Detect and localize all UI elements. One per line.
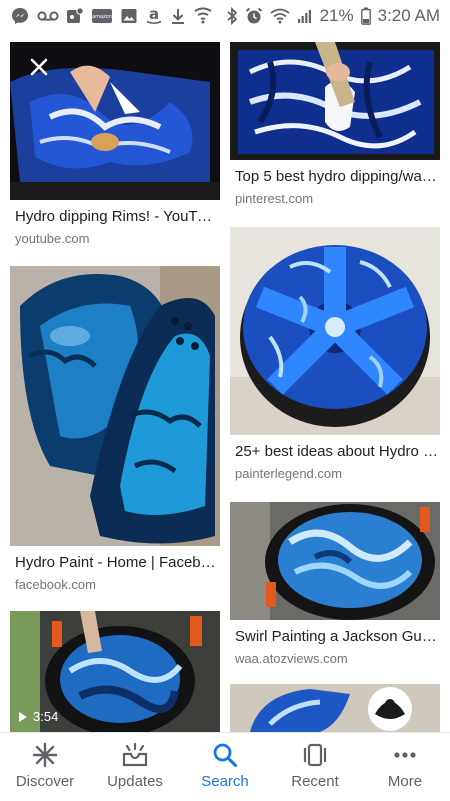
status-bar: amazon a 21% 3:20 AM	[0, 0, 450, 32]
bluetooth-icon	[227, 7, 237, 25]
result-card[interactable]: 3:54	[10, 611, 220, 732]
photo-app-icon	[67, 7, 84, 23]
close-button[interactable]	[24, 52, 54, 82]
result-card[interactable]: Swirl Painting a Jackson Guit… waa.atozv…	[230, 502, 440, 667]
result-thumbnail[interactable]	[230, 502, 440, 620]
signal-icon	[297, 10, 311, 23]
battery-icon	[360, 7, 371, 25]
result-thumbnail[interactable]	[230, 227, 440, 435]
result-card[interactable]: Hydro Paint - Home | Facebook facebook.c…	[10, 266, 220, 592]
messenger-icon	[12, 8, 28, 24]
clock: 3:20 AM	[377, 6, 440, 25]
system-status: 21% 3:20 AM	[226, 6, 440, 26]
more-dots-icon	[394, 752, 416, 758]
nav-label-search: Search	[201, 773, 249, 790]
nav-more[interactable]: More	[362, 733, 448, 790]
svg-text:amazon: amazon	[92, 14, 112, 20]
close-icon	[30, 58, 48, 76]
asterisk-icon	[32, 742, 58, 768]
battery-percent: 21%	[319, 6, 354, 25]
notification-icons: amazon a	[10, 6, 213, 26]
shield-icon	[194, 7, 212, 24]
wifi-icon	[270, 8, 290, 24]
inbox-icon	[122, 742, 148, 767]
result-thumbnail[interactable]	[10, 42, 220, 200]
result-source: painterlegend.com	[235, 466, 342, 481]
result-thumbnail[interactable]	[230, 684, 440, 732]
result-thumbnail[interactable]	[10, 266, 220, 546]
result-card[interactable]: Hydro dipping Rims! - YouTube youtube.co…	[10, 42, 220, 247]
nav-recent[interactable]: Recent	[272, 733, 358, 790]
alarm-icon	[245, 7, 262, 24]
svg-text:a: a	[149, 6, 159, 23]
result-card[interactable]	[230, 684, 440, 732]
nav-label-recent: Recent	[291, 773, 339, 790]
nav-updates[interactable]: Updates	[92, 733, 178, 790]
result-source: pinterest.com	[235, 191, 314, 206]
nav-label-more: More	[387, 773, 423, 790]
nav-search[interactable]: Search	[182, 733, 268, 790]
nav-discover[interactable]: Discover	[2, 733, 88, 790]
result-source: youtube.com	[15, 231, 90, 246]
result-title[interactable]: Top 5 best hydro dipping/wat…	[235, 168, 440, 185]
gallery-icon	[121, 9, 137, 23]
result-title[interactable]: Swirl Painting a Jackson Guit…	[235, 628, 440, 645]
play-icon	[19, 711, 27, 722]
result-card[interactable]: Top 5 best hydro dipping/wat… pinterest.…	[230, 42, 440, 207]
result-title[interactable]: Hydro Paint - Home | Facebook	[15, 554, 220, 571]
result-thumbnail[interactable]: 3:54	[10, 611, 220, 732]
image-results-grid: Hydro dipping Rims! - YouTube youtube.co…	[0, 32, 450, 732]
video-duration: 3:54	[33, 709, 59, 724]
nav-label-updates: Updates	[107, 773, 163, 790]
search-icon	[213, 743, 237, 767]
bottom-navigation: Discover Updates Search Recent More	[0, 732, 450, 801]
result-thumbnail[interactable]	[230, 42, 440, 160]
result-source: facebook.com	[15, 577, 96, 592]
nav-label-discover: Discover	[15, 773, 75, 790]
amazon-icon: amazon	[92, 9, 112, 23]
recent-cards-icon	[303, 743, 327, 767]
result-title[interactable]: Hydro dipping Rims! - YouTube	[15, 208, 220, 225]
amazon-logo-icon: a	[146, 6, 162, 25]
result-card[interactable]: 25+ best ideas about Hydro d… painterleg…	[230, 227, 440, 482]
video-badge: 3:54	[18, 709, 58, 724]
download-icon	[172, 9, 184, 24]
result-title[interactable]: 25+ best ideas about Hydro d…	[235, 443, 440, 460]
voicemail-icon	[37, 11, 59, 21]
result-source: waa.atozviews.com	[235, 651, 348, 666]
